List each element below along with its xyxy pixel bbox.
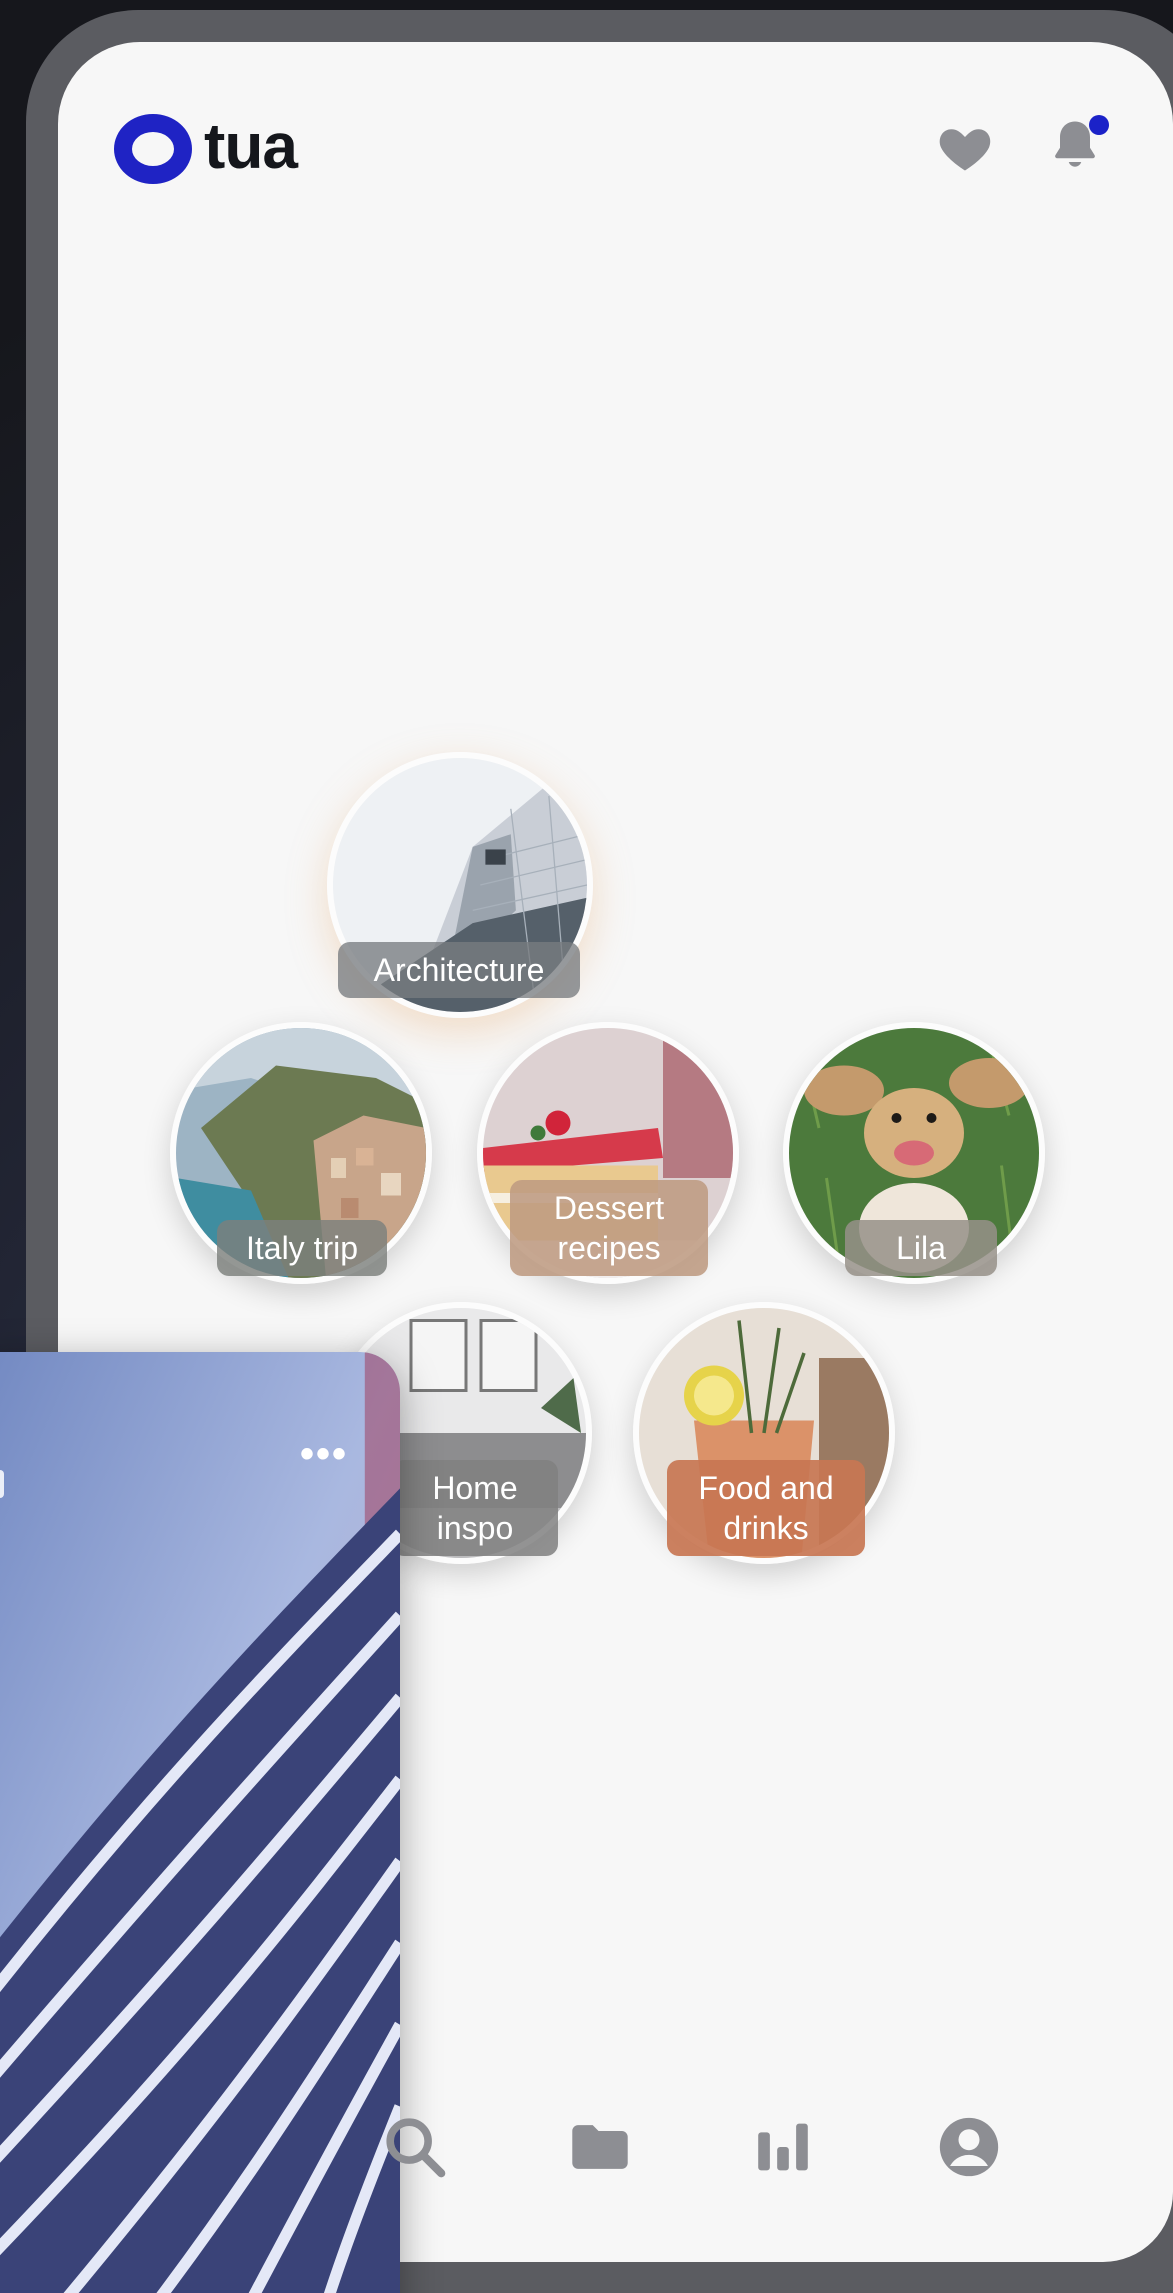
collection-label: Architecture: [338, 942, 580, 998]
collection-label: Food and drinks: [667, 1460, 865, 1556]
logo-ring-icon: [114, 114, 192, 184]
profile-icon[interactable]: [934, 2112, 1004, 2182]
collection-label: Lila: [845, 1220, 997, 1276]
notification-badge: [1089, 115, 1109, 135]
heart-icon[interactable]: [935, 118, 995, 178]
app-logo[interactable]: tua: [114, 110, 298, 184]
photo-card[interactable]: [0, 1352, 400, 2293]
logo-text: tua: [204, 110, 298, 182]
app-stage: tua Architecture Italy trip Dessert reci…: [0, 0, 1173, 2293]
collection-label: Home inspo: [392, 1460, 558, 1556]
search-icon[interactable]: [380, 2112, 450, 2182]
collection-label: Italy trip: [217, 1220, 387, 1276]
collection-label: Dessert recipes: [510, 1180, 708, 1276]
card-more-button[interactable]: •••: [300, 1432, 348, 1477]
curved-building-facade-photo: [0, 1352, 400, 2293]
stats-icon[interactable]: [748, 2112, 818, 2182]
card-handle: [0, 1470, 4, 1498]
folder-icon[interactable]: [565, 2112, 635, 2182]
